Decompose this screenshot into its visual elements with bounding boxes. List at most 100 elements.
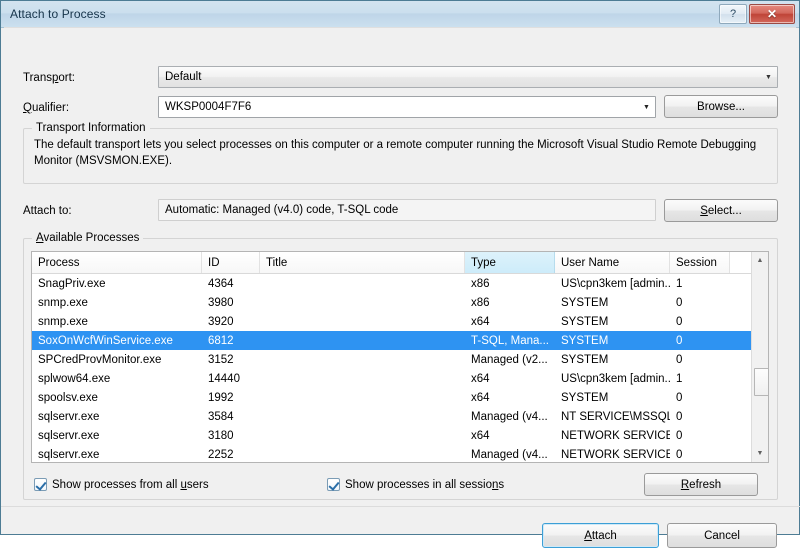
select-button-label: Select... bbox=[700, 204, 742, 217]
cell-user: US\cpn3kem [admin... bbox=[561, 372, 670, 385]
table-row[interactable]: SPCredProvMonitor.exe 3152 Managed (v2... S… bbox=[32, 350, 768, 369]
cell-type: Managed (v4... bbox=[471, 410, 548, 423]
cell-type: T-SQL, Mana... bbox=[471, 334, 549, 347]
cell-user: SYSTEM bbox=[561, 391, 609, 404]
cell-type: x86 bbox=[471, 277, 490, 290]
cancel-button[interactable]: Cancel bbox=[667, 523, 777, 548]
cell-process: snmp.exe bbox=[38, 315, 88, 328]
cell-type: x86 bbox=[471, 296, 490, 309]
cell-session: 0 bbox=[676, 315, 683, 328]
qualifier-value[interactable]: WKSP0004F7F6 bbox=[159, 101, 638, 113]
show-all-users-checkbox[interactable]: Show processes from all users bbox=[34, 478, 209, 491]
process-list-body[interactable]: SnagPriv.exe 4364 x86 US\cpn3kem [admin... 1… bbox=[32, 274, 768, 462]
scroll-up-icon[interactable]: ▲ bbox=[752, 252, 768, 269]
transport-label: Transport: bbox=[23, 72, 76, 84]
cell-session: 0 bbox=[676, 334, 683, 347]
select-button[interactable]: Select... bbox=[664, 199, 778, 222]
cell-process: SnagPriv.exe bbox=[38, 277, 106, 290]
table-row[interactable]: SoxOnWcfWinService.exe 6812 T-SQL, Mana...… bbox=[32, 331, 768, 350]
table-row[interactable]: splwow64.exe 14440 x64 US\cpn3kem [admin...… bbox=[32, 369, 768, 388]
cell-user: SYSTEM bbox=[561, 315, 609, 328]
cell-id: 3180 bbox=[208, 429, 234, 442]
column-header-title[interactable]: Title bbox=[260, 252, 465, 273]
refresh-button-label: Refresh bbox=[680, 478, 722, 491]
qualifier-combobox[interactable]: WKSP0004F7F6 ▼ bbox=[158, 96, 656, 118]
show-all-users-label: Show processes from all users bbox=[52, 478, 209, 491]
cell-user: US\cpn3kem [admin... bbox=[561, 277, 670, 290]
cell-id: 6812 bbox=[208, 334, 234, 347]
help-icon[interactable]: ? bbox=[719, 4, 747, 24]
available-processes-title: Available Processes bbox=[32, 232, 144, 244]
show-all-sessions-checkbox[interactable]: Show processes in all sessions bbox=[327, 478, 504, 491]
scrollbar-thumb[interactable] bbox=[754, 368, 768, 396]
window-title: Attach to Process bbox=[10, 7, 106, 21]
cell-process: SoxOnWcfWinService.exe bbox=[38, 334, 173, 347]
cell-process: sqlservr.exe bbox=[38, 410, 100, 423]
cell-id: 14440 bbox=[208, 372, 240, 385]
cell-session: 0 bbox=[676, 448, 683, 461]
cell-process: sqlservr.exe bbox=[38, 429, 100, 442]
cell-id: 1992 bbox=[208, 391, 234, 404]
chevron-down-icon: ▼ bbox=[765, 73, 772, 81]
cell-session: 1 bbox=[676, 277, 683, 290]
title-bar: Attach to Process ? ✕ bbox=[1, 1, 799, 28]
table-row[interactable]: snmp.exe 3920 x64 SYSTEM 0 bbox=[32, 312, 768, 331]
cell-id: 3584 bbox=[208, 410, 234, 423]
transport-information-title: Transport Information bbox=[32, 122, 150, 134]
cell-type: x64 bbox=[471, 429, 490, 442]
process-list-scrollbar[interactable]: ▲ ▼ bbox=[751, 252, 768, 462]
column-header-user-name[interactable]: User Name bbox=[555, 252, 670, 273]
table-row[interactable]: SnagPriv.exe 4364 x86 US\cpn3kem [admin... 1 bbox=[32, 274, 768, 293]
cell-user: NETWORK SERVICE bbox=[561, 429, 670, 442]
cell-process: snmp.exe bbox=[38, 296, 88, 309]
cell-id: 3980 bbox=[208, 296, 234, 309]
transport-information-group: Transport Information The default transp… bbox=[23, 122, 778, 184]
cell-session: 0 bbox=[676, 353, 683, 366]
cell-user: NETWORK SERVICE bbox=[561, 448, 670, 461]
cancel-button-label: Cancel bbox=[704, 529, 740, 542]
process-list[interactable]: Process ID Title Type User Name Session SnagP… bbox=[31, 251, 769, 463]
cell-id: 2252 bbox=[208, 448, 234, 461]
transport-combobox[interactable]: Default ▼ bbox=[158, 66, 778, 88]
cell-id: 3152 bbox=[208, 353, 234, 366]
browse-button[interactable]: Browse... bbox=[664, 95, 778, 118]
refresh-button[interactable]: Refresh bbox=[644, 473, 758, 496]
column-header-id[interactable]: ID bbox=[202, 252, 260, 273]
cell-type: x64 bbox=[471, 315, 490, 328]
attach-button-label: Attach bbox=[584, 529, 617, 542]
cell-session: 1 bbox=[676, 372, 683, 385]
cell-process: splwow64.exe bbox=[38, 372, 111, 385]
caption-buttons: ? ✕ bbox=[719, 4, 795, 24]
table-row[interactable]: spoolsv.exe 1992 x64 SYSTEM 0 bbox=[32, 388, 768, 407]
cell-process: SPCredProvMonitor.exe bbox=[38, 353, 162, 366]
scroll-down-icon[interactable]: ▼ bbox=[752, 445, 768, 462]
table-row[interactable]: sqlservr.exe 3180 x64 NETWORK SERVICE 0 bbox=[32, 426, 768, 445]
column-header-type[interactable]: Type bbox=[465, 252, 555, 273]
cell-id: 4364 bbox=[208, 277, 234, 290]
table-row[interactable]: sqlservr.exe 2252 Managed (v4... NETWORK SE… bbox=[32, 445, 768, 462]
cell-session: 0 bbox=[676, 296, 683, 309]
chevron-down-icon[interactable]: ▼ bbox=[638, 97, 655, 117]
close-icon[interactable]: ✕ bbox=[749, 4, 795, 24]
cell-session: 0 bbox=[676, 410, 683, 423]
cell-user: SYSTEM bbox=[561, 353, 609, 366]
cell-type: x64 bbox=[471, 391, 490, 404]
column-header-session[interactable]: Session bbox=[670, 252, 730, 273]
attach-button[interactable]: Attach bbox=[542, 523, 659, 548]
cell-type: x64 bbox=[471, 372, 490, 385]
checkbox-checked-icon bbox=[327, 478, 340, 491]
table-row[interactable]: snmp.exe 3980 x86 SYSTEM 0 bbox=[32, 293, 768, 312]
column-header-process[interactable]: Process bbox=[32, 252, 202, 273]
cell-user: SYSTEM bbox=[561, 334, 609, 347]
cell-type: Managed (v2... bbox=[471, 353, 548, 366]
table-row[interactable]: sqlservr.exe 3584 Managed (v4... NT SERVICE… bbox=[32, 407, 768, 426]
show-all-sessions-label: Show processes in all sessions bbox=[345, 478, 505, 491]
checkbox-checked-icon bbox=[34, 478, 47, 491]
attach-to-value: Automatic: Managed (v4.0) code, T-SQL co… bbox=[158, 199, 656, 221]
cell-session: 0 bbox=[676, 391, 683, 404]
transport-information-text: The default transport lets you select pr… bbox=[34, 139, 757, 167]
cell-process: spoolsv.exe bbox=[38, 391, 98, 404]
cell-user: NT SERVICE\MSSQLS... bbox=[561, 410, 670, 423]
attach-to-process-dialog: Attach to Process ? ✕ Transport: Default… bbox=[0, 0, 800, 548]
attach-to-label: Attach to: bbox=[23, 205, 72, 217]
